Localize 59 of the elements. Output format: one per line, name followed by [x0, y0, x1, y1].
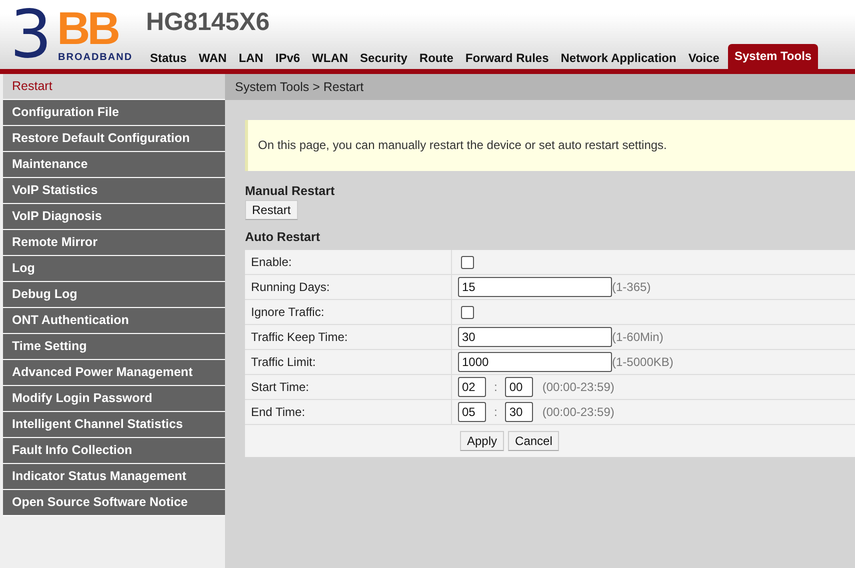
nav-tab[interactable]: Voice [682, 47, 726, 69]
field-label: Traffic Limit: [245, 350, 452, 374]
sidebar-item[interactable]: VoIP Diagnosis [3, 204, 225, 230]
range-hint: (1-5000KB) [612, 355, 674, 369]
range-hint: (00:00-23:59) [542, 405, 614, 419]
sidebar-item[interactable]: Advanced Power Management [3, 360, 225, 386]
field-label: Traffic Keep Time: [245, 325, 452, 349]
range-hint: (00:00-23:59) [542, 380, 614, 394]
minute-field[interactable]: 30 [505, 402, 534, 422]
nav-tab[interactable]: Security [354, 47, 414, 69]
restart-button[interactable]: Restart [245, 200, 298, 220]
field-label: End Time: [245, 400, 452, 424]
nav-tab[interactable]: WAN [192, 47, 233, 69]
sidebar-item[interactable]: Restore Default Configuration [3, 126, 225, 152]
minute-field[interactable]: 00 [505, 377, 534, 397]
range-hint: (1-60Min) [612, 330, 664, 344]
section-heading: Auto Restart [245, 230, 322, 246]
form-button[interactable]: Cancel [508, 431, 560, 451]
range-hint: (1-365) [612, 280, 651, 294]
sidebar-item[interactable]: ONT Authentication [3, 308, 225, 334]
nav-tab[interactable]: Route [413, 47, 460, 69]
sidebar-item[interactable]: VoIP Statistics [3, 178, 225, 204]
sidebar-item[interactable]: Remote Mirror [3, 230, 225, 256]
sidebar-item[interactable]: Intelligent Channel Statistics [3, 412, 225, 438]
sidebar-item[interactable]: Configuration File [3, 100, 225, 126]
sidebar-item[interactable]: Modify Login Password [3, 386, 225, 412]
time-separator: : [494, 380, 498, 394]
hour-field[interactable]: 02 [458, 377, 486, 397]
checkbox[interactable] [461, 256, 474, 268]
field-label: Enable: [245, 250, 452, 274]
field-label: Ignore Traffic: [245, 300, 452, 324]
hour-field[interactable]: 05 [458, 402, 486, 422]
checkbox[interactable] [461, 306, 474, 318]
sidebar-item[interactable]: Maintenance [3, 152, 225, 178]
sidebar-item[interactable]: Debug Log [3, 282, 225, 308]
sidebar-item[interactable]: Open Source Software Notice [3, 490, 225, 516]
input-field[interactable]: 30 [458, 327, 612, 347]
nav-tab[interactable]: Network Application [554, 47, 682, 69]
nav-tab[interactable]: Forward Rules [459, 47, 555, 69]
info-banner: On this page, you can manually restart the device or set auto restart settings. [245, 120, 855, 171]
nav-tab[interactable]: System Tools [728, 44, 818, 69]
sidebar-item[interactable]: Time Setting [3, 334, 225, 360]
sidebar-item[interactable]: Fault Info Collection [3, 438, 225, 464]
nav-tab[interactable]: WLAN [306, 47, 354, 69]
nav-tab[interactable]: IPv6 [269, 47, 306, 69]
time-separator: : [494, 405, 498, 419]
field-label: Start Time: [245, 375, 452, 399]
section-heading: Manual Restart [245, 184, 336, 200]
breadcrumb: System Tools > Restart [225, 74, 855, 100]
form-button[interactable]: Apply [460, 431, 504, 451]
nav-tab[interactable]: Status [144, 47, 193, 69]
input-field[interactable]: 15 [458, 277, 612, 297]
sidebar-item[interactable]: Log [3, 256, 225, 282]
sidebar-item[interactable]: Indicator Status Management [3, 464, 225, 490]
field-label: Running Days: [245, 275, 452, 299]
device-title: HG8145X6 [146, 8, 271, 38]
input-field[interactable]: 1000 [458, 352, 612, 372]
nav-tab[interactable]: LAN [232, 47, 270, 69]
sidebar-item[interactable]: Restart [3, 74, 225, 100]
